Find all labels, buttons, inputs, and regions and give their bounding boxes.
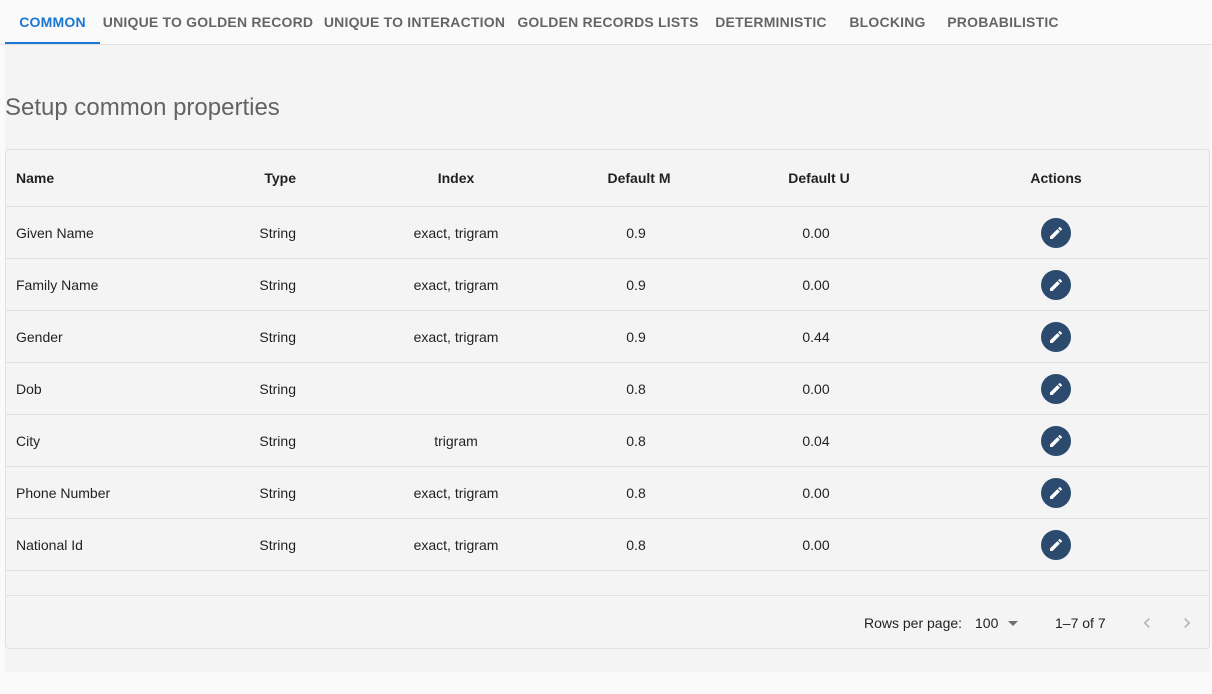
cell-default-m: 0.9 xyxy=(626,276,646,293)
edit-icon xyxy=(1050,434,1063,447)
pagination-footer: Rows per page: 100 1–7 of 7 xyxy=(6,595,1209,648)
column-header-default-u[interactable]: Default U xyxy=(769,150,869,206)
cell-index: trigram xyxy=(434,432,478,449)
tab-probabilistic[interactable]: Probabilistic xyxy=(945,0,1061,44)
cell-default-u: 0.00 xyxy=(802,536,830,553)
properties-table: Name Type Index Default M Default U Acti… xyxy=(5,149,1210,649)
column-header-default-m[interactable]: Default M xyxy=(589,150,689,206)
chevron-right-icon xyxy=(1184,617,1191,628)
cell-default-m: 0.9 xyxy=(626,224,646,241)
edit-icon xyxy=(1050,278,1063,291)
edit-button[interactable] xyxy=(1041,373,1071,404)
cell-default-u: 0.00 xyxy=(802,484,830,501)
cell-index: exact, trigram xyxy=(413,484,499,501)
cell-type: String xyxy=(259,536,296,553)
cell-default-u: 0.44 xyxy=(802,328,830,345)
caret-down-icon xyxy=(1008,621,1019,626)
cell-name: Family Name xyxy=(16,276,99,293)
page-range-label: 1–7 of 7 xyxy=(1055,614,1106,631)
cell-index: exact, trigram xyxy=(413,276,499,293)
cell-type: String xyxy=(259,484,296,501)
cell-default-u: 0.00 xyxy=(802,224,830,241)
tab-common[interactable]: Common xyxy=(5,0,100,44)
rows-per-page-label: Rows per page: xyxy=(864,614,963,631)
cell-index: exact, trigram xyxy=(413,328,499,345)
cell-type: String xyxy=(259,380,296,397)
table-row[interactable]: City String trigram 0.8 0.04 xyxy=(6,415,1209,467)
rows-per-page-value: 100 xyxy=(975,614,999,631)
edit-icon xyxy=(1050,538,1063,551)
cell-default-m: 0.8 xyxy=(626,536,646,553)
cell-name: National Id xyxy=(16,536,83,553)
table-row[interactable]: Phone Number String exact, trigram 0.8 0… xyxy=(6,467,1209,519)
cell-type: String xyxy=(259,276,296,293)
rows-per-page-select[interactable]: 100 xyxy=(975,596,1019,648)
next-page-button[interactable] xyxy=(1175,596,1199,648)
cell-default-m: 0.9 xyxy=(626,328,646,345)
tab-unique-to-golden-record[interactable]: Unique to Golden Record xyxy=(103,0,313,44)
cell-default-u: 0.00 xyxy=(802,380,830,397)
tab-bar: Common Unique to Golden Record Unique to… xyxy=(0,0,1212,45)
table-row[interactable]: Given Name String exact, trigram 0.9 0.0… xyxy=(6,207,1209,259)
edit-icon xyxy=(1050,382,1063,395)
edit-icon xyxy=(1050,226,1063,239)
page-title: Setup common properties xyxy=(5,94,280,121)
table-row[interactable]: Dob String 0.8 0.00 xyxy=(6,363,1209,415)
cell-name: City xyxy=(16,432,41,449)
edit-button[interactable] xyxy=(1041,477,1071,508)
cell-default-m: 0.8 xyxy=(626,432,646,449)
table-row[interactable]: Gender String exact, trigram 0.9 0.44 xyxy=(6,311,1209,363)
edit-button[interactable] xyxy=(1041,269,1071,300)
cell-name: Given Name xyxy=(16,224,94,241)
cell-default-u: 0.00 xyxy=(802,276,830,293)
table-row[interactable]: National Id String exact, trigram 0.8 0.… xyxy=(6,519,1209,571)
cell-default-m: 0.8 xyxy=(626,484,646,501)
edit-icon xyxy=(1050,486,1063,499)
previous-page-button[interactable] xyxy=(1135,596,1159,648)
table-row[interactable]: Family Name String exact, trigram 0.9 0.… xyxy=(6,259,1209,311)
column-header-name[interactable]: Name xyxy=(16,150,216,206)
chevron-left-icon xyxy=(1143,617,1150,628)
edit-button[interactable] xyxy=(1041,321,1071,352)
column-header-actions: Actions xyxy=(1030,170,1082,186)
cell-default-m: 0.8 xyxy=(626,380,646,397)
edit-button[interactable] xyxy=(1041,425,1071,456)
cell-name: Dob xyxy=(16,380,42,397)
cell-index xyxy=(356,363,556,414)
cell-index: exact, trigram xyxy=(413,536,499,553)
edit-button[interactable] xyxy=(1041,529,1071,560)
cell-type: String xyxy=(259,432,296,449)
tab-blocking[interactable]: Blocking xyxy=(846,0,929,44)
cell-type: String xyxy=(259,224,296,241)
active-tab-indicator xyxy=(5,42,100,44)
cell-name: Gender xyxy=(16,328,63,345)
table-header-row: Name Type Index Default M Default U Acti… xyxy=(6,150,1209,207)
tab-unique-to-interaction[interactable]: Unique to Interaction xyxy=(324,0,505,44)
cell-index: exact, trigram xyxy=(413,224,499,241)
edit-button[interactable] xyxy=(1041,217,1071,248)
tab-golden-records-lists[interactable]: Golden Records Lists xyxy=(517,0,698,44)
column-header-index[interactable]: Index xyxy=(356,150,556,206)
tab-deterministic[interactable]: Deterministic xyxy=(712,0,830,44)
cell-name: Phone Number xyxy=(16,484,111,501)
column-header-type[interactable]: Type xyxy=(216,150,296,206)
edit-icon xyxy=(1050,330,1063,343)
cell-default-u: 0.04 xyxy=(802,432,830,449)
cell-type: String xyxy=(259,328,296,345)
